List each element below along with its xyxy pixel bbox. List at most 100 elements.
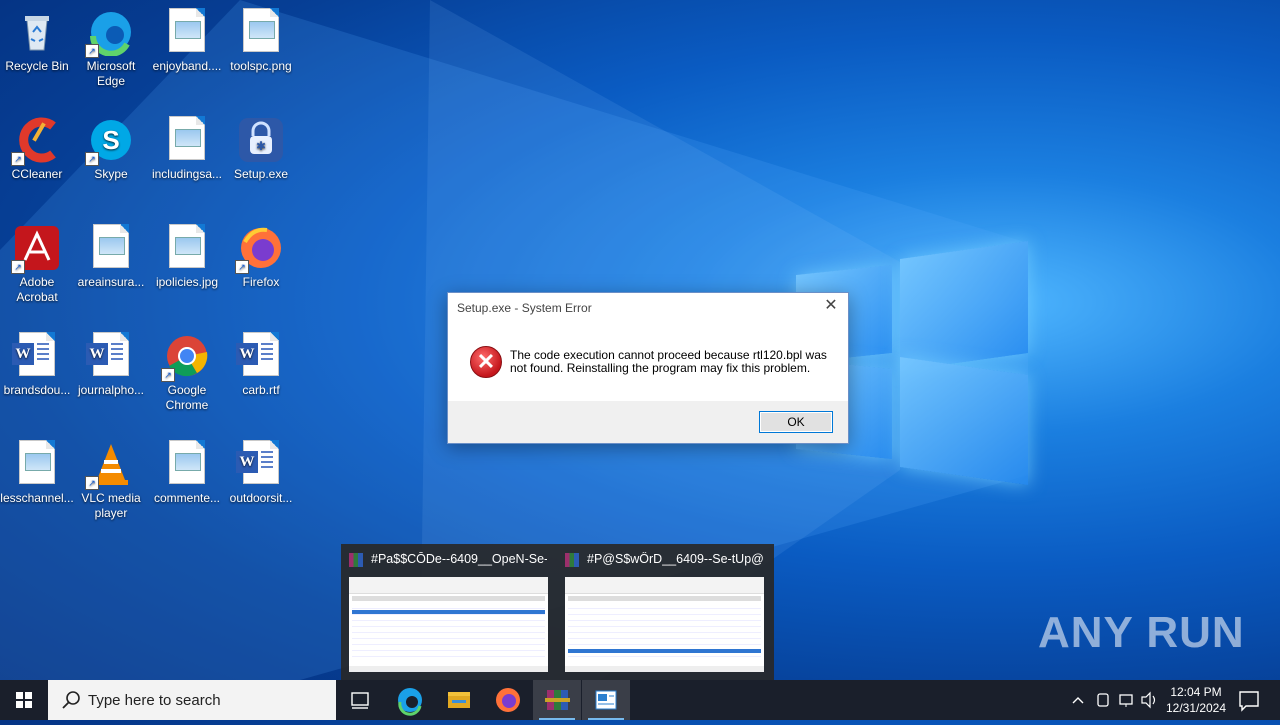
desktop-icon-label: Adobe Acrobat: [16, 275, 58, 304]
image-file-icon: [87, 224, 135, 272]
ok-button[interactable]: OK: [759, 411, 833, 433]
notification-icon: [1239, 691, 1259, 712]
taskbar-edge[interactable]: [386, 680, 434, 720]
search-box[interactable]: Type here to search: [48, 680, 336, 720]
desktop-icon-label: areainsura...: [77, 275, 145, 289]
action-center-button[interactable]: [1232, 680, 1280, 720]
recycle-bin-icon: [13, 8, 61, 56]
folder-icon: [448, 692, 470, 708]
desktop-icon-label: ipolicies.jpg: [155, 275, 219, 289]
thumbnail-title: #P@S$wŐrD__6409--Se-tUp@!....: [587, 552, 763, 566]
skype-icon: S ↗: [85, 116, 135, 166]
edge-icon: ↗: [85, 8, 135, 58]
shortcut-arrow-icon: ↗: [11, 260, 25, 274]
desktop-icon-label: Skype: [94, 167, 128, 181]
meet-now-icon: [1097, 693, 1109, 707]
desktop-icon[interactable]: ↗ VLC media player: [74, 434, 148, 521]
close-icon[interactable]: ✕: [822, 297, 840, 315]
desktop-icon-label: Firefox: [242, 275, 280, 289]
desktop-icon-label: Recycle Bin: [5, 59, 69, 73]
desktop-icon[interactable]: Wjournalpho...: [74, 326, 148, 398]
svg-text:S: S: [102, 125, 119, 155]
clock-date: 12/31/2024: [1165, 701, 1227, 715]
thumbnail-window-1[interactable]: #Pa$$CŌDe--6409__OpeN-Se-t...: [341, 544, 553, 680]
desktop-icon[interactable]: Recycle Bin: [0, 2, 74, 74]
thumbnail-title: #Pa$$CŌDe--6409__OpeN-Se-t...: [371, 552, 547, 566]
task-view-button[interactable]: [336, 680, 384, 720]
shortcut-arrow-icon: ↗: [235, 260, 249, 274]
desktop-icon[interactable]: commente...: [150, 434, 224, 506]
thumbnail-preview: [349, 577, 548, 672]
shortcut-arrow-icon: ↗: [85, 476, 99, 490]
word-doc-icon: W: [12, 332, 61, 380]
image-file-icon: [237, 8, 285, 56]
desktop-icon-label: includingsa...: [151, 167, 223, 181]
desktop-icon[interactable]: ↗ CCleaner: [0, 110, 74, 182]
start-button[interactable]: [0, 680, 48, 720]
desktop-icon[interactable]: toolspc.png: [224, 2, 298, 74]
shortcut-arrow-icon: ↗: [85, 44, 99, 58]
shortcut-arrow-icon: ↗: [11, 152, 25, 166]
shortcut-arrow-icon: ↗: [161, 368, 175, 382]
volume-icon: [1141, 691, 1151, 709]
desktop-icon[interactable]: enjoyband....: [150, 2, 224, 74]
search-placeholder: Type here to search: [88, 692, 221, 709]
thumbnail-window-2[interactable]: #P@S$wŐrD__6409--Se-tUp@!....: [557, 544, 769, 680]
winrar-icon: [545, 690, 570, 710]
image-file-icon: [163, 116, 211, 164]
wordpad-icon: [595, 690, 617, 710]
error-icon: ✕: [470, 346, 502, 378]
setup-exe-icon: ✱: [237, 116, 285, 164]
dialog-title: Setup.exe - System Error: [457, 301, 592, 315]
desktop-icon-label: VLC media player: [81, 491, 141, 520]
image-file-icon: [163, 440, 211, 488]
desktop-icon[interactable]: lesschannel...: [0, 434, 74, 506]
taskbar-firefox[interactable]: [484, 680, 532, 720]
taskbar-wordpad[interactable]: [582, 680, 630, 720]
desktop-icon-label: Microsoft Edge: [86, 59, 136, 88]
vlc-icon: ↗: [85, 440, 135, 490]
svg-text:✱: ✱: [256, 139, 266, 153]
desktop-icon-label: journalpho...: [77, 383, 145, 397]
dialog-message: The code execution cannot proceed becaus…: [510, 348, 827, 375]
desktop-icon[interactable]: ipolicies.jpg: [150, 218, 224, 290]
acrobat-icon: ↗: [11, 224, 61, 274]
desktop-icon[interactable]: ↗ Google Chrome: [150, 326, 224, 413]
desktop-icon[interactable]: ↗ Adobe Acrobat: [0, 218, 74, 305]
taskbar-clock[interactable]: 12:04 PM 12/31/2024: [1160, 684, 1232, 716]
desktop-icon[interactable]: Wbrandsdou...: [0, 326, 74, 398]
ccleaner-icon: ↗: [11, 116, 61, 166]
desktop-icon-label: outdoorsit...: [229, 491, 293, 505]
desktop-icon[interactable]: ✱ Setup.exe: [224, 110, 298, 182]
desktop-icon-label: toolspc.png: [230, 59, 292, 73]
edge-icon: [398, 688, 422, 716]
desktop-icon[interactable]: Woutdoorsit...: [224, 434, 298, 506]
firefox-icon: ↗: [235, 224, 285, 274]
desktop-icon[interactable]: S ↗ Skype: [74, 110, 148, 182]
firefox-icon: [496, 688, 520, 712]
desktop-icon-label: lesschannel...: [0, 491, 74, 505]
desktop-icon[interactable]: ↗ Firefox: [224, 218, 298, 290]
windows-icon: [16, 692, 32, 708]
system-tray: [1068, 680, 1158, 720]
taskbar-thumbnail-flyout: #Pa$$CŌDe--6409__OpeN-Se-t... #P@S$wŐrD_…: [341, 544, 774, 680]
thumbnail-preview: [565, 577, 764, 672]
desktop-icon[interactable]: areainsura...: [74, 218, 148, 290]
desktop-icon[interactable]: Wcarb.rtf: [224, 326, 298, 398]
image-file-icon: [13, 440, 61, 488]
image-file-icon: [163, 224, 211, 272]
clock-time: 12:04 PM: [1170, 685, 1222, 699]
taskbar-winrar[interactable]: [533, 680, 581, 720]
desktop-icon-label: enjoyband....: [152, 59, 222, 73]
desktop-icon-label: commente...: [153, 491, 221, 505]
word-doc-icon: W: [86, 332, 135, 380]
desktop-icon[interactable]: includingsa...: [150, 110, 224, 182]
desktop-icon-label: brandsdou...: [3, 383, 71, 397]
desktop-icon[interactable]: ↗ Microsoft Edge: [74, 2, 148, 89]
task-view-icon: [351, 692, 369, 709]
chrome-icon: ↗: [161, 332, 211, 382]
taskbar-file-explorer[interactable]: [435, 680, 483, 720]
desktop-icon-label: Google Chrome: [165, 383, 209, 412]
search-icon: [62, 691, 80, 709]
dialog-footer: OK: [448, 401, 848, 443]
